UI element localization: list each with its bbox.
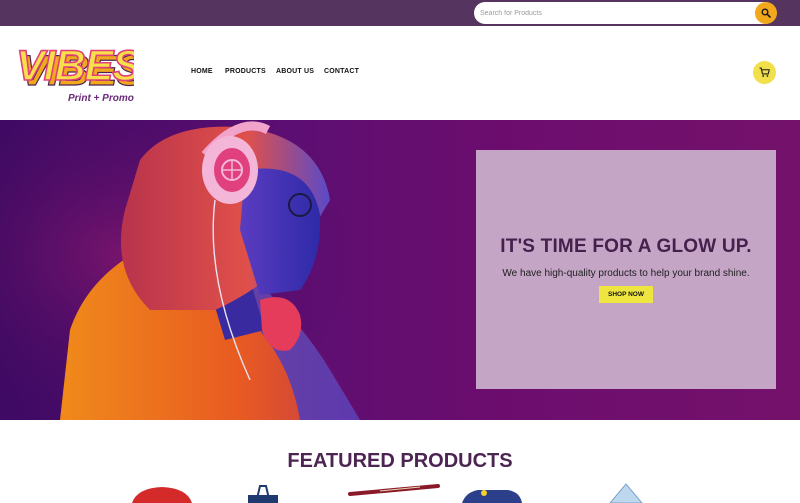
search-box [474,2,776,24]
promo-subtext: We have high-quality products to help yo… [502,268,750,279]
shop-now-button[interactable]: SHOP NOW [599,286,653,303]
featured-products-strip [132,483,643,503]
product-thumb-bag[interactable] [248,485,278,503]
cart-button[interactable] [753,61,776,84]
nav-about-us[interactable]: ABOUT US [276,68,314,75]
hero-photo [0,120,400,420]
search-icon [761,8,771,18]
search-input[interactable] [474,2,754,24]
nav-contact[interactable]: CONTACT [324,68,359,75]
product-thumb-bottle[interactable] [609,483,643,503]
product-thumb-duffel[interactable] [462,490,522,503]
cart-icon [759,67,770,77]
logo-word: VIBES [16,42,134,90]
promo-box: IT'S TIME FOR A GLOW UP. We have high-qu… [476,150,776,389]
logo-tagline: Print + Promo [68,93,134,104]
nav-home[interactable]: HOME [191,68,213,75]
featured-products-title: FEATURED PRODUCTS [287,450,513,472]
promo-headline: IT'S TIME FOR A GLOW UP. [500,236,752,257]
product-thumb-cap[interactable] [132,487,192,503]
logo[interactable]: VIBES VIBES Print + Promo [14,38,147,106]
nav-products[interactable]: PRODUCTS [225,68,266,75]
hero-banner: IT'S TIME FOR A GLOW UP. We have high-qu… [0,120,800,420]
vibes-logo: VIBES VIBES Print + Promo [15,41,147,104]
product-thumb-pen[interactable] [348,484,440,496]
search-button[interactable] [755,2,777,24]
